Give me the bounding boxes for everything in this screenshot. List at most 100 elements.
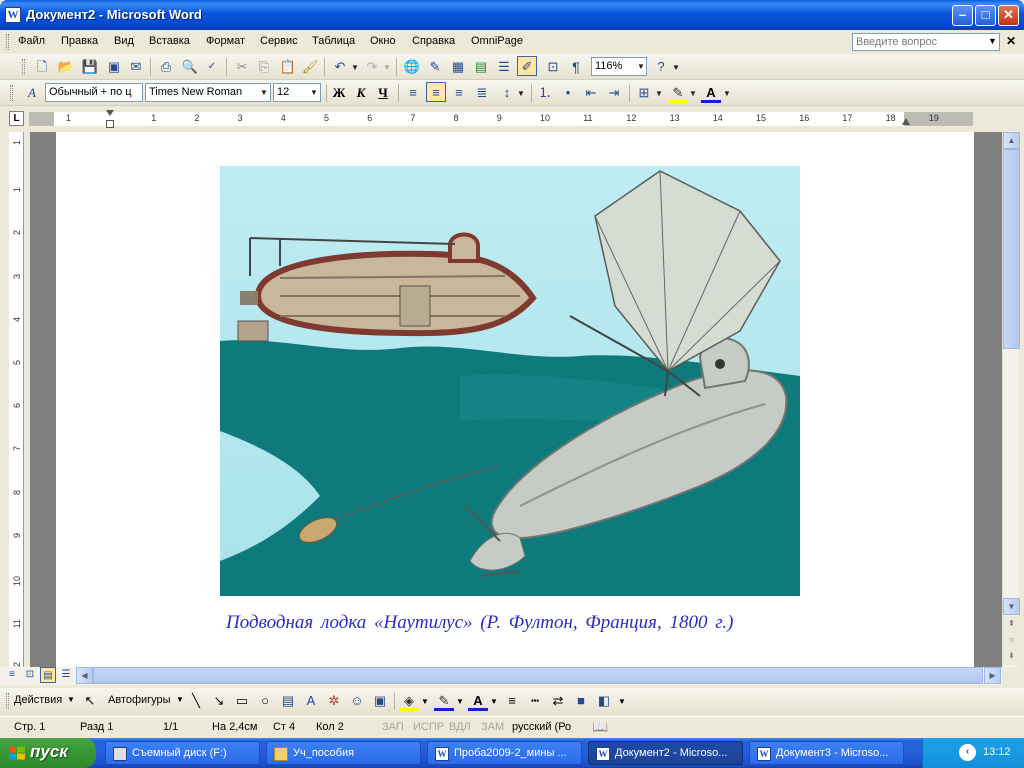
autoshapes-menu[interactable]: Автофигуры <box>108 694 171 706</box>
status-overtype[interactable]: ЗАМ <box>481 721 504 733</box>
menu-format[interactable]: Формат <box>206 35 245 47</box>
browse-object-icon[interactable]: ○ <box>1003 632 1020 649</box>
show-hide-icon[interactable]: ¶ <box>566 57 586 77</box>
word-app-icon[interactable]: W <box>5 7 21 23</box>
left-indent-marker[interactable] <box>106 120 114 128</box>
select-objects-icon[interactable]: ↖ <box>80 691 100 711</box>
actions-dropdown-icon[interactable]: ▼ <box>67 695 75 704</box>
line-spacing-icon[interactable]: ↕ <box>497 83 517 103</box>
autoshapes-dropdown-icon[interactable]: ▼ <box>176 695 184 704</box>
font-dropdown-icon[interactable]: ▼ <box>258 84 270 101</box>
3d-style-icon[interactable]: ◧ <box>594 691 614 711</box>
document-map-icon[interactable]: ⊡ <box>543 57 563 77</box>
line-style-icon[interactable]: ≡ <box>502 691 522 711</box>
menu-tools[interactable]: Сервис <box>260 35 298 47</box>
spelling-status-icon[interactable]: 📖 <box>592 719 608 735</box>
status-language[interactable]: русский (Ро <box>512 721 571 733</box>
email-icon[interactable]: ✉ <box>126 57 146 77</box>
picture-caption[interactable]: Подводная лодка «Наутилус» (Р. Фултон, Ф… <box>226 612 733 634</box>
save-icon[interactable]: 💾 <box>80 57 100 77</box>
menu-insert[interactable]: Вставка <box>149 35 190 47</box>
status-track-changes[interactable]: ИСПР <box>413 721 444 733</box>
status-extend[interactable]: ВДЛ <box>449 721 471 733</box>
toolbar-grip[interactable] <box>6 693 9 709</box>
wordart-icon[interactable]: A <box>301 691 321 711</box>
menu-view[interactable]: Вид <box>114 35 134 47</box>
print-icon[interactable]: ⎙ <box>156 57 176 77</box>
highlight-icon[interactable]: ✎ <box>668 83 688 103</box>
styles-icon[interactable]: A <box>22 83 42 103</box>
right-indent-marker[interactable] <box>902 118 910 125</box>
line-icon[interactable]: ╲ <box>186 691 206 711</box>
fill-color-dropdown-icon[interactable]: ▼ <box>421 697 429 706</box>
maximize-button[interactable]: □ <box>975 5 996 26</box>
tab-selector[interactable]: L <box>9 111 24 126</box>
minimize-button[interactable]: – <box>952 5 973 26</box>
horizontal-scrollbar[interactable]: ≡ ⊡ ▤ ☰ ◀ ▶ <box>0 667 1002 685</box>
bullets-icon[interactable]: • <box>558 83 578 103</box>
undo-icon[interactable]: ↶ <box>330 57 350 77</box>
line-color-dropdown-icon[interactable]: ▼ <box>456 697 464 706</box>
zoom-dropdown-icon[interactable]: ▼ <box>635 58 647 75</box>
fill-color-icon[interactable]: ◈ <box>399 691 419 711</box>
taskbar-item-document3[interactable]: W Документ3 - Microso... <box>749 741 904 765</box>
rectangle-icon[interactable]: ▭ <box>232 691 252 711</box>
actions-menu[interactable]: Действия <box>14 694 62 706</box>
horizontal-scroll-thumb[interactable] <box>93 667 983 684</box>
cut-icon[interactable]: ✂ <box>232 57 252 77</box>
borders-icon[interactable]: ⊞ <box>634 83 654 103</box>
help-icon[interactable]: ? <box>651 57 671 77</box>
tables-borders-icon[interactable]: ✎ <box>425 57 445 77</box>
bold-button[interactable]: Ж <box>329 83 349 103</box>
redo-icon[interactable]: ↷ <box>362 57 382 77</box>
clock[interactable]: 13:12 <box>983 746 1011 758</box>
insert-table-icon[interactable]: ▦ <box>448 57 468 77</box>
font-color-icon[interactable]: A <box>701 83 721 103</box>
font-combo[interactable]: Times New Roman <box>145 83 271 102</box>
numbering-icon[interactable]: ⒈ <box>535 83 555 103</box>
drawing-font-color-dropdown-icon[interactable]: ▼ <box>490 697 498 706</box>
vertical-ruler[interactable] <box>9 132 24 667</box>
borders-dropdown-icon[interactable]: ▼ <box>653 85 665 102</box>
open-icon[interactable]: 📂 <box>56 57 76 77</box>
menu-grip[interactable] <box>6 34 9 50</box>
justify-icon[interactable]: ≣ <box>472 83 492 103</box>
ruler-text-area[interactable] <box>54 112 904 126</box>
status-pages[interactable]: 1/1 <box>163 721 178 733</box>
title-bar[interactable]: W Документ2 - Microsoft Word – □ ✕ <box>0 0 1024 30</box>
menu-help[interactable]: Справка <box>412 35 455 47</box>
insert-excel-icon[interactable]: ▤ <box>471 57 491 77</box>
status-record[interactable]: ЗАП <box>382 721 404 733</box>
decrease-indent-icon[interactable]: ⇤ <box>581 83 601 103</box>
toolbar-grip[interactable] <box>10 85 13 101</box>
increase-indent-icon[interactable]: ⇥ <box>604 83 624 103</box>
menu-edit[interactable]: Правка <box>61 35 98 47</box>
taskbar-item-proba-doc[interactable]: W Проба2009-2_мины ... <box>427 741 582 765</box>
ask-question-dropdown-icon[interactable]: ▼ <box>988 36 997 46</box>
clip-art-icon[interactable]: ☺ <box>347 691 367 711</box>
status-page[interactable]: Стр. 1 <box>14 721 45 733</box>
nautilus-submarine-picture[interactable] <box>220 166 800 596</box>
format-painter-icon[interactable]: 🖌 <box>300 57 320 77</box>
shadow-style-icon[interactable]: ■ <box>571 691 591 711</box>
align-left-icon[interactable]: ≡ <box>403 83 423 103</box>
menu-omnipage[interactable]: OmniPage <box>471 35 523 47</box>
line-spacing-dropdown-icon[interactable]: ▼ <box>515 85 527 102</box>
style-combo[interactable]: Обычный + по ц <box>45 83 143 102</box>
taskbar-item-folder[interactable]: Уч_пособия <box>266 741 421 765</box>
columns-icon[interactable]: ☰ <box>494 57 514 77</box>
scroll-up-icon[interactable]: ▲ <box>1003 132 1020 149</box>
print-preview-icon[interactable]: 🔍 <box>180 57 200 77</box>
paste-icon[interactable]: 📋 <box>278 57 298 77</box>
font-color-dropdown-icon[interactable]: ▼ <box>721 85 733 102</box>
scroll-left-icon[interactable]: ◀ <box>76 667 93 684</box>
scroll-thumb[interactable] <box>1003 149 1020 349</box>
outline-view-icon[interactable]: ☰ <box>58 667 74 683</box>
menu-file[interactable]: Файл <box>18 35 45 47</box>
drawing-icon[interactable]: ✐ <box>517 56 537 76</box>
show-hidden-icons-icon[interactable]: ‹ <box>959 744 976 761</box>
close-button[interactable]: ✕ <box>998 5 1019 26</box>
scroll-right-icon[interactable]: ▶ <box>984 667 1001 684</box>
menu-table[interactable]: Таблица <box>312 35 355 47</box>
web-layout-icon[interactable]: ⊡ <box>22 667 38 683</box>
